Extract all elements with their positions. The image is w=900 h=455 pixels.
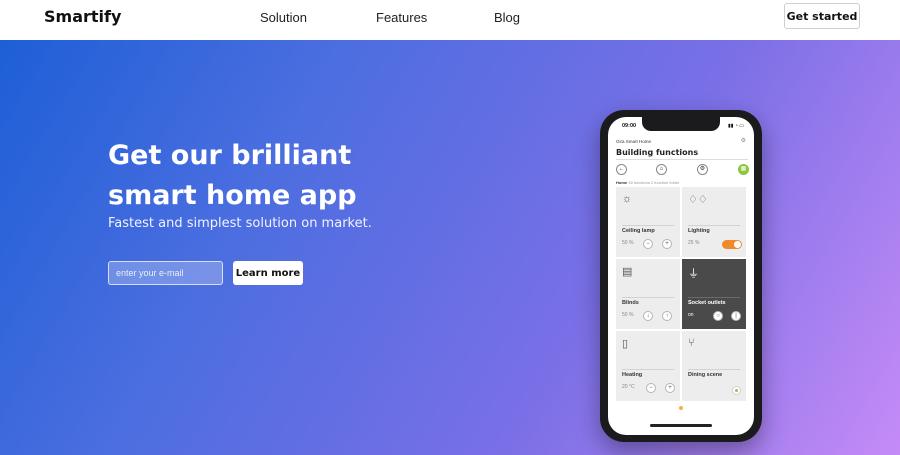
email-input[interactable]: [108, 261, 223, 285]
breadcrumb-home[interactable]: Home: [616, 180, 627, 185]
tile-dining-scene[interactable]: ⑂ Dining scene: [682, 331, 746, 401]
back-arrow-icon[interactable]: ←: [616, 164, 627, 175]
hero-subtitle: Fastest and simplest solution on market.: [108, 216, 372, 231]
nav-link-blog[interactable]: Blog: [494, 10, 520, 25]
app-name: Gira Smart Home: [616, 139, 652, 144]
tile-ceiling-lamp[interactable]: ☼ Ceiling lamp 50 % − +: [616, 187, 680, 257]
tile-value: 20 °C: [622, 384, 635, 390]
lighting-toggle[interactable]: [722, 240, 742, 249]
tile-divider: [688, 225, 740, 226]
tile-lighting[interactable]: ♢♢ Lighting 25 %: [682, 187, 746, 257]
power-on-button[interactable]: |: [731, 311, 741, 321]
scene-activate-button[interactable]: [732, 386, 741, 395]
status-time: 09:00: [622, 123, 637, 129]
tile-name: Heating: [622, 372, 643, 378]
tile-heating[interactable]: ▯ Heating 20 °C − +: [616, 331, 680, 401]
site-header: Smartify Solution Features Blog Get star…: [0, 0, 900, 40]
phone-notch: [642, 117, 720, 131]
plus-button[interactable]: +: [665, 383, 675, 393]
fork-knife-icon: ⑂: [688, 337, 695, 349]
tile-name: Dining scene: [688, 372, 723, 378]
tile-divider: [622, 225, 674, 226]
screen-title: Building functions: [616, 148, 699, 157]
get-started-button[interactable]: Get started: [784, 3, 860, 29]
nav-link-solution[interactable]: Solution: [260, 10, 307, 25]
up-arrow-button[interactable]: ↑: [662, 311, 672, 321]
tile-value: 25 %: [688, 240, 700, 246]
tile-divider: [622, 369, 674, 370]
lamp-icon: ☼: [622, 193, 633, 205]
tile-divider: [622, 297, 674, 298]
tile-blinds[interactable]: ▤ Blinds 50 % ↓ ↑: [616, 259, 680, 329]
power-off-button[interactable]: ○: [713, 311, 723, 321]
thermometer-icon: ▯: [622, 338, 629, 350]
home-icon[interactable]: ⌂: [656, 164, 667, 175]
tile-value: on: [688, 312, 694, 318]
page-indicator-dot: [679, 406, 683, 410]
breadcrumb-summary: 16 functions 2 function folder: [628, 180, 680, 185]
settings-icon[interactable]: ⚙: [697, 164, 708, 175]
tile-name: Ceiling lamp: [622, 228, 655, 234]
hero-section: Get our brilliant smart home app Fastest…: [0, 40, 900, 455]
tile-divider: [688, 297, 740, 298]
down-arrow-button[interactable]: ↓: [643, 311, 653, 321]
phone-mockup: 09:00 ▮▮ ◔ ▭ Gira Smart Home ⚙ Building …: [600, 110, 762, 442]
divider: [616, 159, 748, 160]
home-indicator: [650, 424, 712, 427]
nav-link-features[interactable]: Features: [376, 10, 427, 25]
minus-button[interactable]: −: [646, 383, 656, 393]
learn-more-button[interactable]: Learn more: [233, 261, 303, 285]
breadcrumb: Home 16 functions 2 function folder: [616, 180, 679, 185]
tile-socket-outlets[interactable]: ⏚ Socket outlets on ○ |: [682, 259, 746, 329]
gear-icon[interactable]: ⚙: [741, 137, 746, 144]
tile-name: Lighting: [688, 228, 710, 234]
tile-value: 50 %: [622, 312, 634, 318]
lighting-icon: ♢♢: [688, 194, 708, 206]
signal-battery-icon: ▮▮ ◔ ▭: [727, 123, 744, 129]
grid-view-icon[interactable]: ▦: [738, 164, 749, 175]
tile-value: 50 %: [622, 240, 634, 246]
tile-divider: [688, 369, 740, 370]
phone-screen: 09:00 ▮▮ ◔ ▭ Gira Smart Home ⚙ Building …: [608, 117, 754, 435]
tile-name: Socket outlets: [688, 300, 726, 306]
blinds-icon: ▤: [622, 266, 633, 278]
minus-button[interactable]: −: [643, 239, 653, 249]
socket-icon: ⏚: [688, 268, 699, 280]
plus-button[interactable]: +: [662, 239, 672, 249]
tile-name: Blinds: [622, 300, 639, 306]
hero-title: Get our brilliant smart home app: [108, 140, 357, 211]
brand-logo[interactable]: Smartify: [44, 7, 121, 26]
